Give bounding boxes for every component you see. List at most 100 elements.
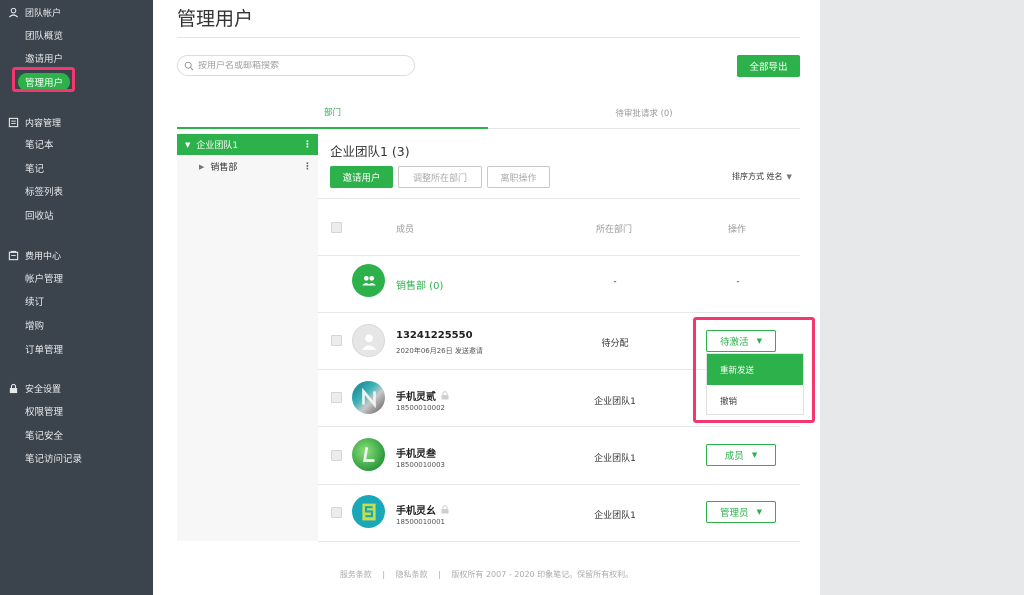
row-checkbox[interactable] bbox=[331, 450, 342, 461]
role-dropdown-member[interactable]: 成员 ▼ bbox=[706, 444, 776, 466]
department-cell: 待分配 bbox=[601, 339, 629, 349]
tree-node-label: 销售部 bbox=[210, 163, 238, 173]
department-cell: - bbox=[613, 277, 617, 287]
sidebar-item-invite-users[interactable]: 邀请用户 bbox=[25, 51, 63, 65]
sidebar-section-security: 安全设置 bbox=[8, 382, 61, 395]
copyright-text: 版权所有 2007 - 2020 印象笔记。保留所有权利。 bbox=[451, 570, 634, 579]
sidebar-item-renew[interactable]: 续订 bbox=[25, 294, 44, 308]
user-name-text: 手机灵幺 bbox=[396, 506, 436, 517]
invite-user-button[interactable]: 邀请用户 bbox=[330, 166, 393, 188]
caret-down-icon: ▼ bbox=[786, 172, 792, 181]
sidebar-item-add-seats[interactable]: 增购 bbox=[25, 318, 44, 332]
sidebar-item-note-security[interactable]: 笔记安全 bbox=[25, 428, 63, 442]
department-cell: 企业团队1 bbox=[594, 454, 636, 464]
main-panel: 管理用户 全部导出 部门 待审批请求 (0) ▼ 企业团队1 ⋮ ▶ 销售部 ⋮… bbox=[153, 0, 820, 595]
footer: 服务条款 | 隐私条款 | 版权所有 2007 - 2020 印象笔记。保留所有… bbox=[153, 569, 820, 580]
adjust-department-button[interactable]: 调整所在部门 bbox=[398, 166, 482, 188]
select-all-checkbox[interactable] bbox=[331, 222, 342, 233]
sidebar-item-tags[interactable]: 标签列表 bbox=[25, 184, 63, 198]
user-name-text: 13241225550 bbox=[396, 330, 473, 341]
tab-bar: 部门 待审批请求 (0) bbox=[177, 97, 800, 129]
row-checkbox[interactable] bbox=[331, 507, 342, 518]
privacy-link[interactable]: 隐私条款 bbox=[396, 570, 428, 579]
sidebar-section-billing: 费用中心 bbox=[8, 249, 61, 262]
column-header-department: 所在部门 bbox=[596, 225, 633, 235]
more-vertical-icon[interactable]: ⋮ bbox=[303, 140, 312, 150]
column-header-member: 成员 bbox=[396, 225, 415, 235]
search-icon bbox=[184, 61, 194, 71]
sidebar-item-account-management[interactable]: 帐户管理 bbox=[25, 271, 63, 285]
user-subtitle: 18500010001 bbox=[396, 518, 445, 526]
search-input[interactable] bbox=[198, 60, 408, 71]
more-vertical-icon[interactable]: ⋮ bbox=[303, 162, 312, 172]
avatar-user-4 bbox=[352, 495, 385, 528]
department-cell: 企业团队1 bbox=[594, 511, 636, 521]
sidebar-item-notebooks[interactable]: 笔记本 bbox=[25, 137, 54, 151]
sidebar-section-team: 团队帐户 bbox=[8, 6, 61, 19]
divider bbox=[318, 312, 800, 313]
role-label: 管理员 bbox=[720, 508, 749, 519]
sidebar-section-title: 团队帐户 bbox=[25, 9, 62, 19]
person-placeholder-icon bbox=[361, 333, 376, 350]
sidebar-section-title: 安全设置 bbox=[25, 385, 62, 395]
department-link-sales[interactable]: 销售部 (0) bbox=[396, 277, 443, 292]
sidebar-item-orders[interactable]: 订单管理 bbox=[25, 342, 63, 356]
search-box[interactable] bbox=[177, 55, 415, 76]
group-icon bbox=[361, 275, 376, 285]
offboard-button[interactable]: 离职操作 bbox=[487, 166, 550, 188]
user-name: 手机灵叁 bbox=[396, 445, 436, 460]
role-dropdown-admin[interactable]: 管理员 ▼ bbox=[706, 501, 776, 523]
divider bbox=[318, 255, 800, 256]
letter-s-avatar-icon bbox=[361, 503, 376, 520]
sidebar-section-title: 内容管理 bbox=[25, 119, 62, 129]
divider bbox=[318, 484, 800, 485]
highlight-annotation bbox=[12, 67, 75, 92]
export-all-button[interactable]: 全部导出 bbox=[737, 55, 800, 77]
user-subtitle: 18500010002 bbox=[396, 404, 445, 412]
role-label: 成员 bbox=[724, 451, 744, 462]
page-title: 管理用户 bbox=[177, 8, 254, 30]
sort-label: 排序方式 姓名 bbox=[732, 172, 783, 181]
terms-link[interactable]: 服务条款 bbox=[340, 570, 372, 579]
footer-separator: | bbox=[382, 570, 386, 579]
sidebar-section-content: 内容管理 bbox=[8, 116, 61, 129]
user-name-text: 手机灵叁 bbox=[396, 449, 436, 460]
divider bbox=[318, 198, 800, 199]
divider bbox=[318, 426, 800, 427]
row-checkbox[interactable] bbox=[331, 392, 342, 403]
letter-l-avatar-icon bbox=[362, 446, 374, 462]
sidebar-item-permissions[interactable]: 权限管理 bbox=[25, 404, 63, 418]
lock-icon bbox=[441, 391, 449, 400]
user-name: 手机灵贰 bbox=[396, 388, 449, 403]
caret-down-icon[interactable]: ▼ bbox=[185, 141, 190, 149]
avatar-default bbox=[352, 324, 385, 357]
highlight-annotation bbox=[693, 317, 815, 423]
tree-node-root[interactable]: ▼ 企业团队1 ⋮ bbox=[177, 134, 318, 155]
billing-icon bbox=[8, 250, 19, 261]
operation-cell: - bbox=[736, 277, 740, 287]
sidebar-item-trash[interactable]: 回收站 bbox=[25, 208, 54, 222]
tab-departments[interactable]: 部门 bbox=[177, 97, 488, 129]
user-name-text: 手机灵贰 bbox=[396, 392, 436, 403]
tree-node-label: 企业团队1 bbox=[196, 141, 239, 151]
sidebar-item-access-log[interactable]: 笔记访问记录 bbox=[25, 451, 82, 465]
sidebar-section-title: 费用中心 bbox=[25, 252, 62, 262]
sidebar-item-notes[interactable]: 笔记 bbox=[25, 161, 44, 175]
tab-pending-requests[interactable]: 待审批请求 (0) bbox=[488, 97, 800, 128]
divider bbox=[318, 541, 800, 542]
caret-down-icon: ▼ bbox=[751, 451, 758, 459]
sort-control[interactable]: 排序方式 姓名 ▼ bbox=[732, 171, 792, 182]
department-avatar bbox=[352, 264, 385, 297]
lock-icon bbox=[441, 505, 449, 514]
sidebar-item-team-overview[interactable]: 团队概览 bbox=[25, 28, 63, 42]
lock-icon bbox=[8, 383, 19, 394]
column-header-operation: 操作 bbox=[728, 225, 747, 235]
footer-separator: | bbox=[438, 570, 441, 579]
letter-n-avatar-icon bbox=[361, 387, 376, 408]
tree-node-sales[interactable]: ▶ 销售部 ⋮ bbox=[177, 156, 318, 177]
caret-right-icon[interactable]: ▶ bbox=[199, 163, 204, 171]
user-subtitle: 18500010003 bbox=[396, 461, 445, 469]
user-subtitle: 2020年06月26日 发送邀请 bbox=[396, 347, 483, 355]
row-checkbox[interactable] bbox=[331, 335, 342, 346]
avatar-user-2 bbox=[352, 381, 385, 414]
